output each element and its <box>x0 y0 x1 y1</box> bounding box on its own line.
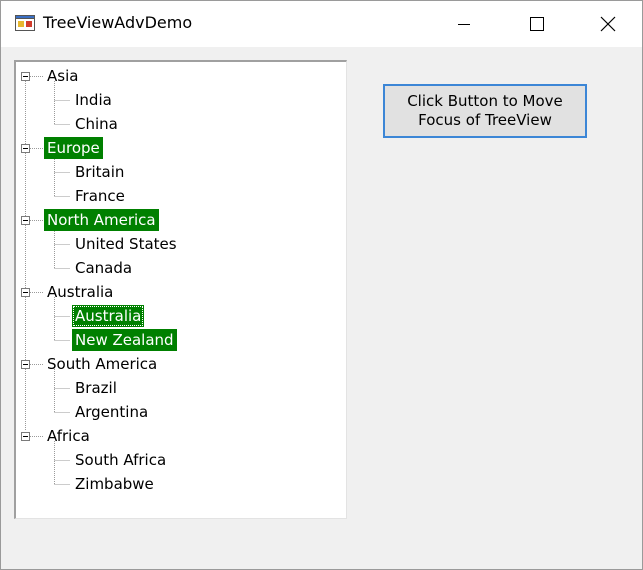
maximize-icon <box>530 17 544 31</box>
collapse-toggle-icon[interactable] <box>21 144 30 153</box>
tree-child-china[interactable]: China <box>72 113 121 135</box>
tree-child-new-zealand[interactable]: New Zealand <box>72 329 177 351</box>
tree-child-zimbabwe[interactable]: Zimbabwe <box>72 473 157 495</box>
collapse-toggle-icon[interactable] <box>21 360 30 369</box>
title-bar[interactable]: TreeViewAdvDemo <box>1 1 642 47</box>
collapse-toggle-icon[interactable] <box>21 216 30 225</box>
minimize-icon <box>458 24 470 25</box>
move-focus-button[interactable]: Click Button to Move Focus of TreeView <box>383 84 587 138</box>
tree-child-south-africa[interactable]: South Africa <box>72 449 169 471</box>
tree-node-north-america[interactable]: North America <box>44 209 159 231</box>
tree-node-asia[interactable]: Asia <box>44 65 81 87</box>
tree-child-united-states[interactable]: United States <box>72 233 180 255</box>
tree-child-brazil[interactable]: Brazil <box>72 377 120 399</box>
collapse-toggle-icon[interactable] <box>21 432 30 441</box>
collapse-toggle-icon[interactable] <box>21 288 30 297</box>
tree-child-france[interactable]: France <box>72 185 128 207</box>
tree-child-canada[interactable]: Canada <box>72 257 135 279</box>
tree-view[interactable]: Asia India China Europe Britain France North A… <box>14 60 347 519</box>
app-icon <box>15 15 35 31</box>
tree-node-europe[interactable]: Europe <box>44 137 103 159</box>
minimize-button[interactable] <box>441 1 487 47</box>
collapse-toggle-icon[interactable] <box>21 72 30 81</box>
close-icon <box>600 16 616 32</box>
window-title: TreeViewAdvDemo <box>43 13 193 32</box>
tree-node-south-america[interactable]: South America <box>44 353 160 375</box>
close-button[interactable] <box>585 1 631 47</box>
app-window: TreeViewAdvDemo Asia India China Europe Brit… <box>0 0 643 570</box>
tree-child-india[interactable]: India <box>72 89 115 111</box>
tree-child-argentina[interactable]: Argentina <box>72 401 151 423</box>
move-focus-button-label: Click Button to Move Focus of TreeView <box>407 92 563 129</box>
tree-node-australia[interactable]: Australia <box>44 281 116 303</box>
tree-child-australia[interactable]: Australia <box>72 305 145 327</box>
maximize-button[interactable] <box>514 1 560 47</box>
tree-child-britain[interactable]: Britain <box>72 161 127 183</box>
tree-node-africa[interactable]: Africa <box>44 425 93 447</box>
